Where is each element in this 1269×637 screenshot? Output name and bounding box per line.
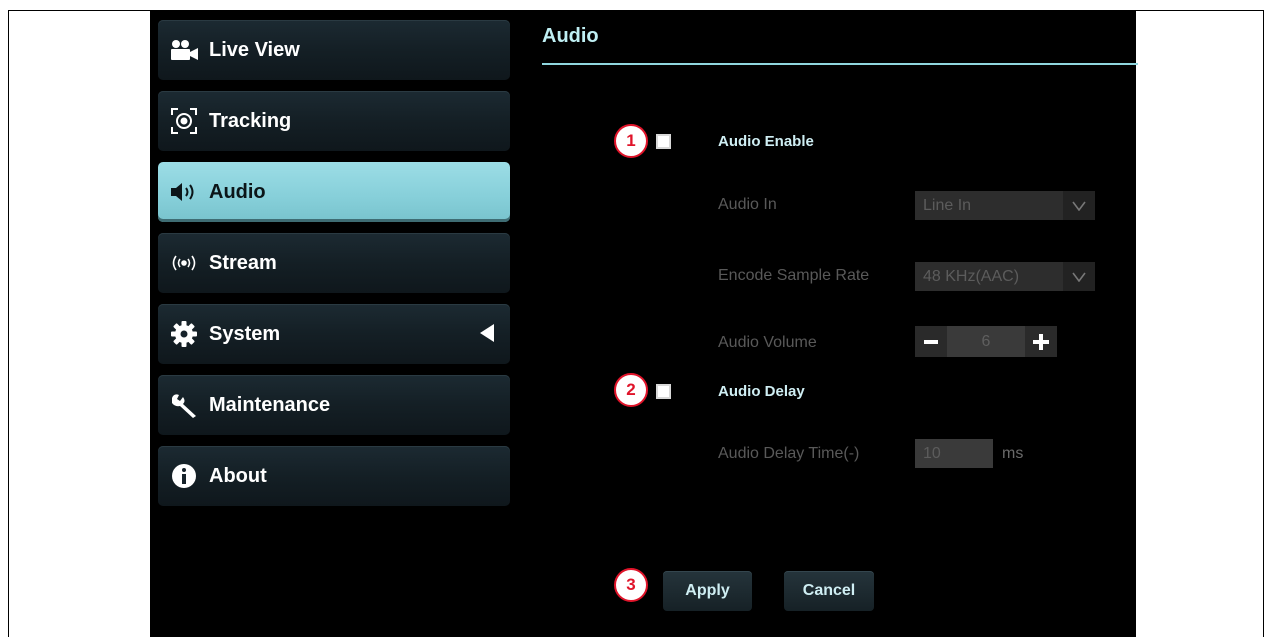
apply-button[interactable]: Apply (663, 571, 752, 611)
sidebar-item-tracking[interactable]: Tracking (158, 91, 510, 151)
sidebar-item-live-view[interactable]: Live View (158, 20, 510, 80)
audio-enable-label: Audio Enable (718, 133, 814, 150)
sidebar-item-label: Audio (209, 180, 266, 203)
audio-enable-checkbox[interactable] (656, 134, 671, 149)
audio-in-value: Line In (923, 196, 972, 214)
main-panel: Audio 1 Audio Enable Audio In Line In En… (511, 11, 1138, 637)
audio-delay-time-unit: ms (1002, 445, 1024, 462)
video-camera-icon (166, 35, 202, 65)
broadcast-icon (166, 248, 202, 278)
callout-badge-1: 1 (614, 124, 648, 158)
sidebar: Live View Tracking Audio Stream System M… (150, 11, 511, 637)
sidebar-item-label: Tracking (209, 109, 292, 132)
gear-icon (166, 319, 202, 349)
cancel-button[interactable]: Cancel (784, 571, 874, 611)
audio-delay-checkbox[interactable] (656, 384, 671, 399)
tracking-target-icon (166, 106, 202, 136)
volume-increase-button[interactable] (1025, 326, 1057, 357)
callout-badge-3: 3 (614, 568, 648, 602)
sidebar-item-audio[interactable]: Audio (158, 162, 510, 222)
chevron-down-icon (1063, 191, 1095, 220)
sidebar-item-system[interactable]: System (158, 304, 510, 364)
sidebar-item-stream[interactable]: Stream (158, 233, 510, 293)
callout-badge-2: 2 (614, 373, 648, 407)
encode-sample-rate-select[interactable]: 48 KHz(AAC) (915, 262, 1095, 291)
minus-icon (924, 339, 938, 344)
sidebar-item-label: Live View (209, 38, 300, 61)
title-divider (542, 63, 1138, 65)
audio-delay-time-input[interactable]: 10 (915, 439, 993, 468)
audio-in-label: Audio In (718, 196, 777, 213)
encode-sample-rate-label: Encode Sample Rate (718, 267, 870, 284)
sidebar-item-label: About (209, 464, 267, 487)
plus-icon (1033, 333, 1049, 350)
volume-decrease-button[interactable] (915, 326, 947, 357)
speaker-icon (166, 177, 202, 207)
sidebar-item-about[interactable]: About (158, 446, 510, 506)
triangle-left-icon[interactable] (480, 324, 494, 347)
audio-volume-label: Audio Volume (718, 334, 817, 351)
page-title: Audio (542, 25, 599, 47)
sidebar-item-label: System (209, 322, 281, 345)
sidebar-item-label: Stream (209, 251, 277, 274)
sidebar-item-maintenance[interactable]: Maintenance (158, 375, 510, 435)
wrench-icon (166, 390, 202, 420)
audio-volume-value[interactable]: 6 (947, 326, 1025, 357)
encode-sample-rate-value: 48 KHz(AAC) (923, 267, 1020, 285)
chevron-down-icon (1063, 262, 1095, 291)
app-window: Live View Tracking Audio Stream System M… (150, 11, 1138, 637)
audio-delay-time-label: Audio Delay Time(-) (718, 445, 860, 462)
info-icon (166, 461, 202, 491)
audio-in-select[interactable]: Line In (915, 191, 1095, 220)
sidebar-item-label: Maintenance (209, 393, 331, 416)
audio-volume-stepper: 6 (915, 326, 1057, 357)
audio-delay-label: Audio Delay (718, 383, 805, 400)
